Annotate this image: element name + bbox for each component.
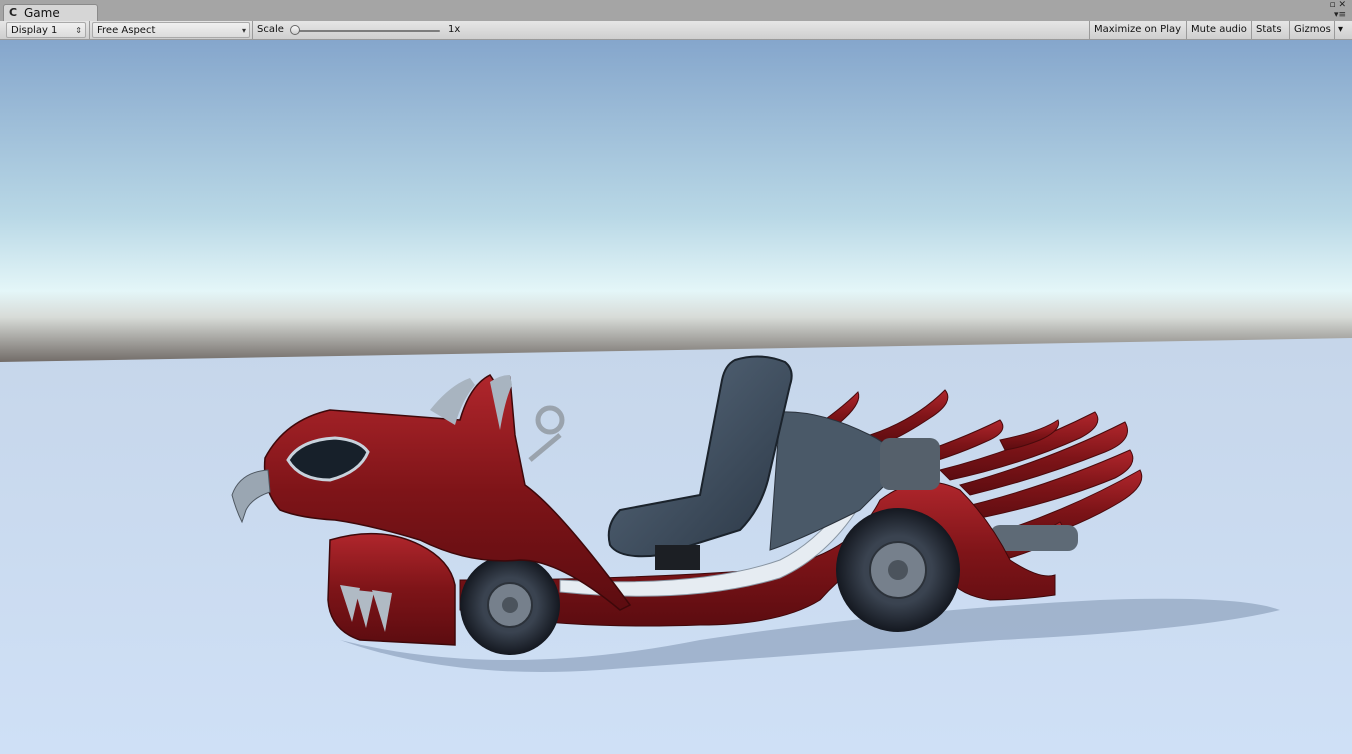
aspect-dropdown-label: Free Aspect	[97, 25, 156, 36]
display-dropdown[interactable]: Display 1 ⇕	[6, 22, 86, 38]
scale-label: Scale	[257, 24, 284, 35]
dropdown-arrow-icon: ▾	[241, 26, 246, 35]
game-viewport[interactable]	[0, 40, 1352, 754]
separator	[89, 21, 90, 39]
maximize-on-play-toggle[interactable]: Maximize on Play	[1089, 21, 1185, 39]
scale-slider-track[interactable]	[296, 30, 440, 32]
separator	[252, 21, 253, 39]
stats-toggle[interactable]: Stats	[1251, 21, 1286, 39]
tab-game-label: Game	[24, 6, 60, 20]
aspect-dropdown[interactable]: Free Aspect ▾	[92, 22, 250, 38]
window-controls: ▫ ✕ ▾≡	[1329, 0, 1346, 20]
menu-icon[interactable]: ▾≡	[1329, 10, 1346, 20]
maximize-icon[interactable]: ▫	[1329, 0, 1335, 10]
tab-game[interactable]: C Game	[3, 4, 98, 21]
updown-arrow-icon: ⇕	[75, 26, 82, 35]
game-tab-icon: C	[9, 6, 18, 19]
gizmos-dropdown-arrow-icon[interactable]: ▾	[1334, 21, 1346, 39]
game-view-toolbar: Display 1 ⇕ Free Aspect ▾ Scale 1x Maxim…	[0, 21, 1352, 40]
scale-value: 1x	[448, 24, 461, 35]
editor-tab-bar: C Game ▫ ✕ ▾≡	[0, 0, 1352, 21]
display-dropdown-label: Display 1	[11, 25, 58, 36]
scale-slider-thumb[interactable]	[290, 25, 300, 35]
game-scene	[0, 40, 1352, 754]
close-icon[interactable]: ✕	[1338, 0, 1346, 10]
mute-audio-toggle[interactable]: Mute audio	[1186, 21, 1251, 39]
gizmos-toggle[interactable]: Gizmos	[1289, 21, 1335, 39]
